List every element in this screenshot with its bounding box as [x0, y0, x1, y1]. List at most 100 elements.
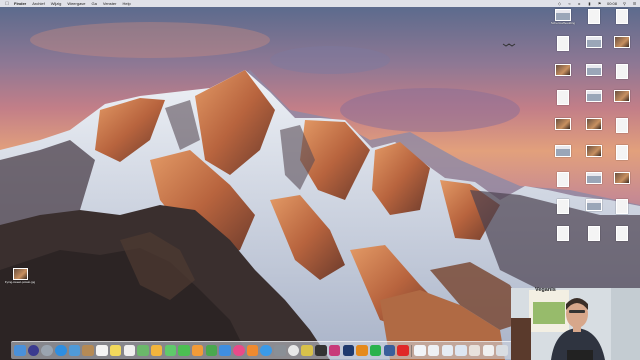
notification-center-icon[interactable]: ☰: [632, 1, 637, 6]
file-thumbnail: [586, 145, 602, 157]
volume-icon[interactable]: ▸: [577, 1, 582, 6]
desktop-file-icon[interactable]: [609, 36, 635, 49]
safari-icon[interactable]: [55, 344, 67, 357]
desktop-file-icon[interactable]: [609, 199, 635, 215]
lightroom-icon[interactable]: [383, 344, 396, 357]
file-thumbnail: [616, 226, 628, 241]
menu-app-name[interactable]: Finder: [14, 0, 26, 7]
dropbox-icon[interactable]: ◇: [557, 1, 562, 6]
desktop-file-icon[interactable]: [609, 9, 635, 25]
menu-bar:  Finder Archief Wijzig Weergave Ga Vens…: [0, 0, 640, 7]
file-thumbnail: [557, 199, 569, 214]
menu-item-ga[interactable]: Ga: [92, 0, 97, 7]
facetime-icon[interactable]: [178, 344, 190, 357]
apple-menu-icon[interactable]: : [4, 1, 10, 7]
file-thumbnail: [557, 90, 569, 105]
downloads-stack-icon[interactable]: [427, 344, 440, 357]
calendar-icon[interactable]: [96, 344, 108, 357]
battery-icon[interactable]: ▮: [587, 1, 592, 6]
desktop-file-icon[interactable]: Schermafbeelding: [550, 9, 576, 26]
desktop-file-icon[interactable]: [609, 118, 635, 134]
keynote-icon[interactable]: [219, 344, 231, 357]
photoshop-icon[interactable]: [342, 344, 354, 357]
maps-icon[interactable]: [137, 344, 149, 357]
desktop-file-icon[interactable]: [581, 199, 607, 212]
file-thumbnail: [614, 172, 630, 184]
file-thumbnail: [616, 64, 628, 79]
preferences-icon[interactable]: [274, 344, 286, 357]
status-area: ◇ ≈ ▸ ▮ ⚑ 00:08 ⚲ ☰: [557, 0, 637, 7]
ibooks-icon[interactable]: [246, 344, 259, 357]
screenshots-stack-icon[interactable]: [441, 344, 453, 357]
menu-clock[interactable]: 00:08: [607, 1, 617, 6]
file-thumbnail: [555, 145, 571, 157]
desktop-file-icon[interactable]: [581, 9, 607, 25]
camera-icon[interactable]: [315, 344, 327, 357]
desktop-file-icon[interactable]: [581, 36, 607, 49]
desktop-file-icon[interactable]: [550, 199, 576, 215]
file-thumbnail: [616, 145, 628, 160]
numbers-icon[interactable]: [205, 344, 218, 357]
menu-item-wijzig[interactable]: Wijzig: [51, 0, 62, 7]
acrobat-icon[interactable]: [397, 344, 409, 357]
folder-stack-icon[interactable]: [455, 344, 467, 357]
desktop-file-icon[interactable]: [550, 226, 576, 242]
finder-icon[interactable]: [14, 344, 26, 357]
illustrator-icon[interactable]: [356, 344, 368, 357]
flag-icon[interactable]: ⚑: [597, 1, 602, 6]
file-thumbnail: [586, 64, 602, 76]
file-thumbnail: [586, 90, 602, 102]
menu-item-weergave[interactable]: Weergave: [67, 0, 85, 7]
indesign-icon[interactable]: [328, 344, 341, 357]
photos-icon[interactable]: [150, 344, 163, 357]
desktop-file-icon[interactable]: frying-sweet-potato.jpg: [5, 268, 35, 285]
desktop-file-icon[interactable]: [609, 226, 635, 242]
file-thumbnail: [12, 268, 28, 280]
itunes-icon[interactable]: [233, 344, 245, 357]
appstore-icon[interactable]: [260, 344, 272, 357]
file-thumbnail: [557, 172, 569, 187]
desktop-file-icon[interactable]: [609, 172, 635, 185]
spotlight-icon[interactable]: ⚲: [622, 1, 627, 6]
desktop-file-icon[interactable]: [550, 118, 576, 131]
launchpad-icon[interactable]: [41, 344, 53, 357]
wifi-icon[interactable]: ≈: [567, 1, 572, 6]
trash-icon[interactable]: [496, 344, 508, 357]
desktop-file-icon[interactable]: [581, 145, 607, 158]
desktop-file-icon[interactable]: [581, 90, 607, 103]
photos-stack-icon[interactable]: [468, 344, 481, 357]
file-thumbnail: [586, 199, 602, 211]
webcam-sign-text: Veganis: [535, 287, 556, 293]
messages-icon[interactable]: [164, 344, 177, 357]
desktop-file-icon[interactable]: [581, 172, 607, 185]
desktop-file-icon[interactable]: [550, 90, 576, 106]
file-thumbnail: [616, 118, 628, 133]
webcam-overlay: [511, 288, 640, 360]
documents-stack-icon[interactable]: [414, 344, 426, 357]
desktop-file-icon[interactable]: [581, 226, 607, 242]
file-thumbnail: [614, 36, 630, 48]
menu-item-archief[interactable]: Archief: [32, 0, 44, 7]
menu-item-help[interactable]: Help: [122, 0, 130, 7]
desktop-file-icon[interactable]: [550, 172, 576, 188]
desktop-file-icon[interactable]: [550, 36, 576, 52]
pages-icon[interactable]: [191, 344, 204, 357]
notes-icon[interactable]: [109, 344, 122, 357]
contacts-icon[interactable]: [82, 344, 94, 357]
menu-item-venster[interactable]: Venster: [103, 0, 117, 7]
desktop-file-icon[interactable]: [581, 64, 607, 77]
desktop-file-icon[interactable]: [581, 118, 607, 131]
mail-icon[interactable]: [68, 344, 81, 357]
desktop-file-icon[interactable]: [609, 64, 635, 80]
desktop-file-icon[interactable]: [609, 90, 635, 103]
reminders-icon[interactable]: [123, 344, 135, 357]
sketch-icon[interactable]: [301, 344, 313, 357]
files-stack-icon[interactable]: [482, 344, 495, 357]
desktop-file-icon[interactable]: [550, 64, 576, 77]
file-thumbnail: [614, 90, 630, 102]
chrome-icon[interactable]: [287, 344, 300, 357]
spotify-icon[interactable]: [369, 344, 382, 357]
desktop-file-icon[interactable]: [550, 145, 576, 158]
siri-icon[interactable]: [27, 344, 40, 357]
desktop-file-icon[interactable]: [609, 145, 635, 161]
